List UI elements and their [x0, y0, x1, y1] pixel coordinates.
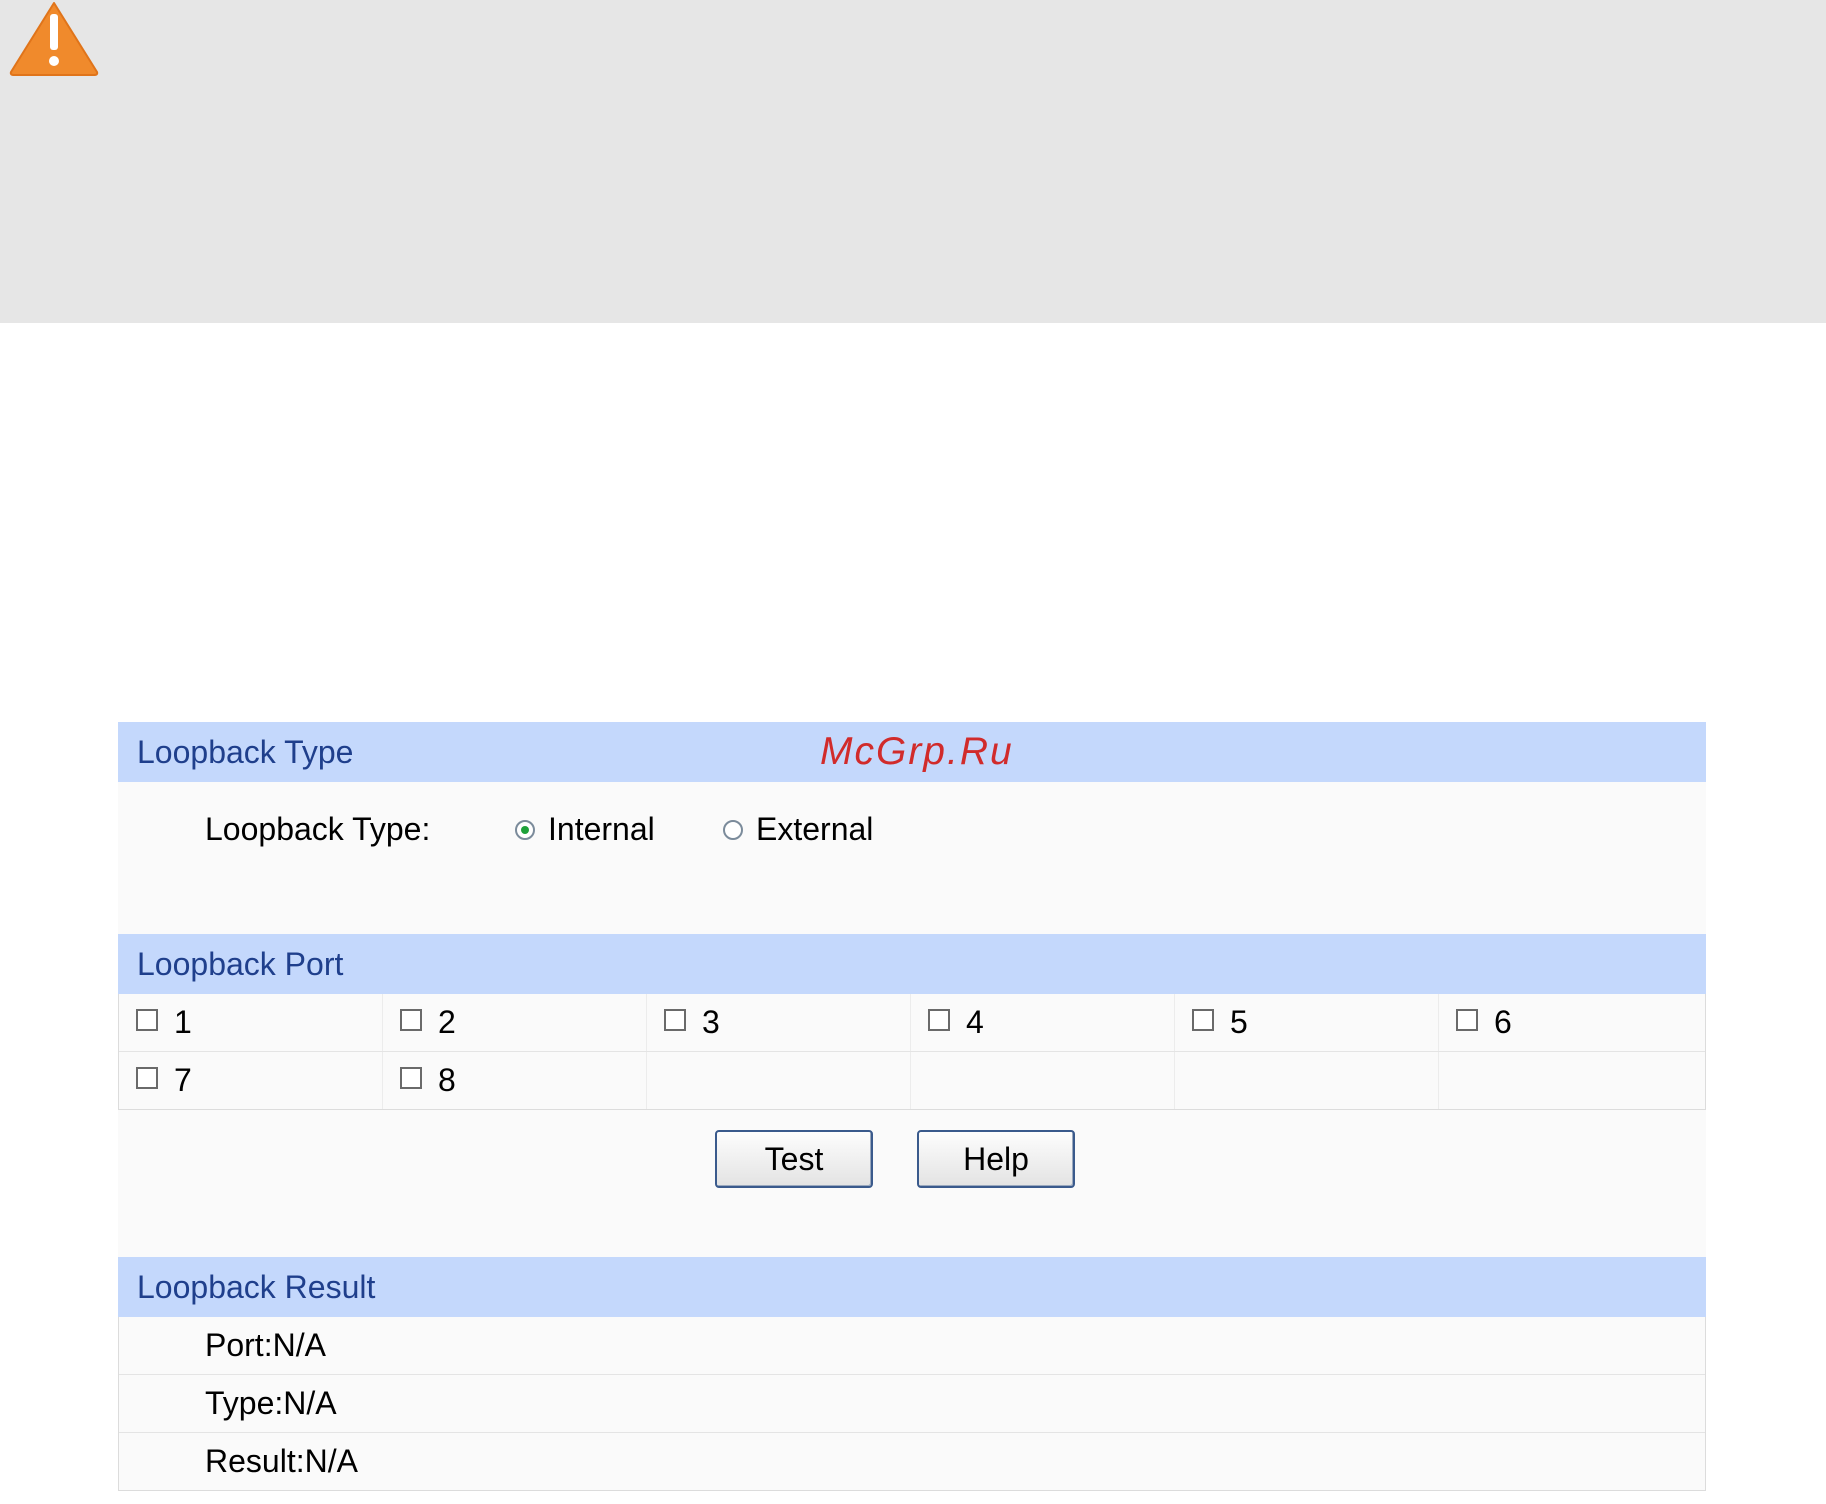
port-7[interactable]: 7 — [119, 1052, 383, 1109]
port-empty-cell — [911, 1052, 1175, 1109]
loopback-result-title: Loopback Result — [137, 1268, 376, 1305]
port-2[interactable]: 2 — [383, 994, 647, 1051]
help-button[interactable]: Help — [917, 1130, 1075, 1188]
port-1-checkbox[interactable] — [136, 1008, 158, 1031]
port-8-label: 8 — [438, 1062, 456, 1098]
radio-selected-dot — [521, 825, 529, 834]
port-4-checkbox[interactable] — [928, 1008, 950, 1031]
radio-external-label: External — [756, 811, 874, 847]
port-7-label: 7 — [174, 1062, 192, 1098]
port-4[interactable]: 4 — [911, 994, 1175, 1051]
port-8-checkbox[interactable] — [400, 1066, 422, 1089]
port-row: 7 8 — [119, 1051, 1705, 1109]
radio-internal[interactable]: Internal — [515, 811, 655, 848]
radio-internal-button[interactable] — [515, 819, 535, 840]
port-4-label: 4 — [966, 1004, 984, 1040]
port-empty-cell — [1175, 1052, 1439, 1109]
port-6-checkbox[interactable] — [1456, 1008, 1478, 1031]
loopback-type-row: Loopback Type: Internal External — [118, 782, 1706, 880]
port-3-checkbox[interactable] — [664, 1008, 686, 1031]
port-2-label: 2 — [438, 1004, 456, 1040]
port-5-label: 5 — [1230, 1004, 1248, 1040]
radio-external[interactable]: External — [723, 811, 873, 848]
loopback-port-title: Loopback Port — [137, 945, 344, 982]
port-row: 1 2 3 4 5 6 — [119, 994, 1705, 1051]
port-grid: 1 2 3 4 5 6 7 8 — [118, 994, 1706, 1110]
result-result: Result:N/A — [119, 1432, 1705, 1490]
port-empty-cell — [647, 1052, 911, 1109]
port-3-label: 3 — [702, 1004, 720, 1040]
radio-internal-label: Internal — [548, 811, 655, 847]
loopback-port-header: Loopback Port — [118, 934, 1706, 994]
watermark: McGrp.Ru — [820, 730, 1014, 773]
port-8[interactable]: 8 — [383, 1052, 647, 1109]
port-3[interactable]: 3 — [647, 994, 911, 1051]
warning-icon — [9, 2, 99, 76]
port-5[interactable]: 5 — [1175, 994, 1439, 1051]
port-1[interactable]: 1 — [119, 994, 383, 1051]
loopback-type-header: Loopback Type McGrp.Ru — [118, 722, 1706, 782]
port-7-checkbox[interactable] — [136, 1066, 158, 1089]
loopback-type-label: Loopback Type: — [205, 811, 431, 847]
loopback-result-header: Loopback Result — [118, 1257, 1706, 1317]
result-type: Type:N/A — [119, 1374, 1705, 1432]
notice-band — [0, 0, 1826, 323]
port-6[interactable]: 6 — [1439, 994, 1703, 1051]
port-empty-cell — [1439, 1052, 1703, 1109]
button-row: Test Help — [118, 1110, 1706, 1257]
loopback-type-title: Loopback Type — [137, 733, 354, 770]
loopback-panel: Loopback Type McGrp.Ru Loopback Type: In… — [118, 722, 1706, 1491]
port-2-checkbox[interactable] — [400, 1008, 422, 1031]
radio-external-button[interactable] — [723, 819, 743, 840]
result-grid: Port:N/A Type:N/A Result:N/A — [118, 1317, 1706, 1491]
port-6-label: 6 — [1494, 1004, 1512, 1040]
port-5-checkbox[interactable] — [1192, 1008, 1214, 1031]
result-port: Port:N/A — [205, 1327, 326, 1363]
test-button[interactable]: Test — [715, 1130, 873, 1188]
port-1-label: 1 — [174, 1004, 192, 1040]
